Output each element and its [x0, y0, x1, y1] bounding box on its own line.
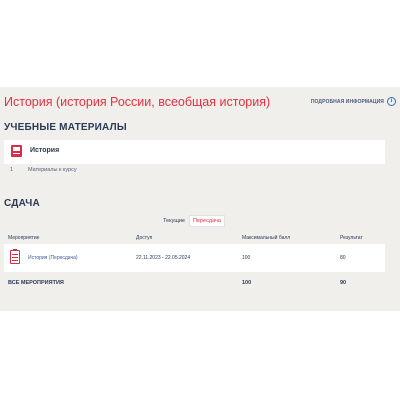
- course-header: История (история России, всеобщая истори…: [4, 95, 396, 109]
- course-title: История (история России, всеобщая истори…: [4, 95, 271, 109]
- info-icon: i: [387, 97, 396, 106]
- column-access: Доступ: [136, 235, 153, 241]
- more-info-link[interactable]: ПОДРОБНАЯ ИНФОРМАЦИЯ i: [311, 97, 396, 106]
- event-link[interactable]: История (Пересдача): [28, 255, 78, 261]
- tab-current[interactable]: Текущие: [159, 215, 189, 227]
- table-header: Мероприятие Доступ Максимальный балл Рез…: [4, 230, 385, 244]
- max-score: 100: [242, 255, 251, 261]
- material-subitem-label: Материалы к курсу: [28, 167, 77, 173]
- total-result: 90: [340, 280, 347, 286]
- material-subitem[interactable]: 1 Материалы к курсу: [4, 164, 385, 178]
- exam-tabs: Текущие Пересдача: [159, 215, 225, 227]
- clipboard-icon: [10, 249, 20, 264]
- total-max-score: 100: [242, 280, 252, 286]
- table-row: История (Пересдача) 22.11.2023 - 22.05.2…: [4, 244, 385, 272]
- result-score: 80: [340, 255, 346, 261]
- material-item-title: История: [30, 147, 60, 154]
- total-label: ВСЕ МЕРОПРИЯТИЯ: [8, 280, 64, 286]
- more-info-label: ПОДРОБНАЯ ИНФОРМАЦИЯ: [310, 98, 384, 105]
- material-item[interactable]: История: [4, 140, 385, 164]
- materials-section-title: УЧЕБНЫЕ МАТЕРИАЛЫ: [4, 122, 127, 133]
- access-period: 22.11.2023 - 22.05.2024: [136, 255, 191, 261]
- exams-table: Мероприятие Доступ Максимальный балл Рез…: [4, 230, 385, 294]
- total-row: ВСЕ МЕРОПРИЯТИЯ 100 90: [4, 274, 385, 294]
- material-subitem-number: 1: [10, 167, 14, 173]
- tab-retake[interactable]: Пересдача: [188, 215, 225, 227]
- column-max-score: Максимальный балл: [242, 235, 291, 241]
- exams-section-title: СДАЧА: [4, 198, 40, 209]
- book-icon: [11, 145, 22, 157]
- column-result: Результат: [340, 235, 363, 241]
- column-event: Мероприятие: [8, 235, 40, 241]
